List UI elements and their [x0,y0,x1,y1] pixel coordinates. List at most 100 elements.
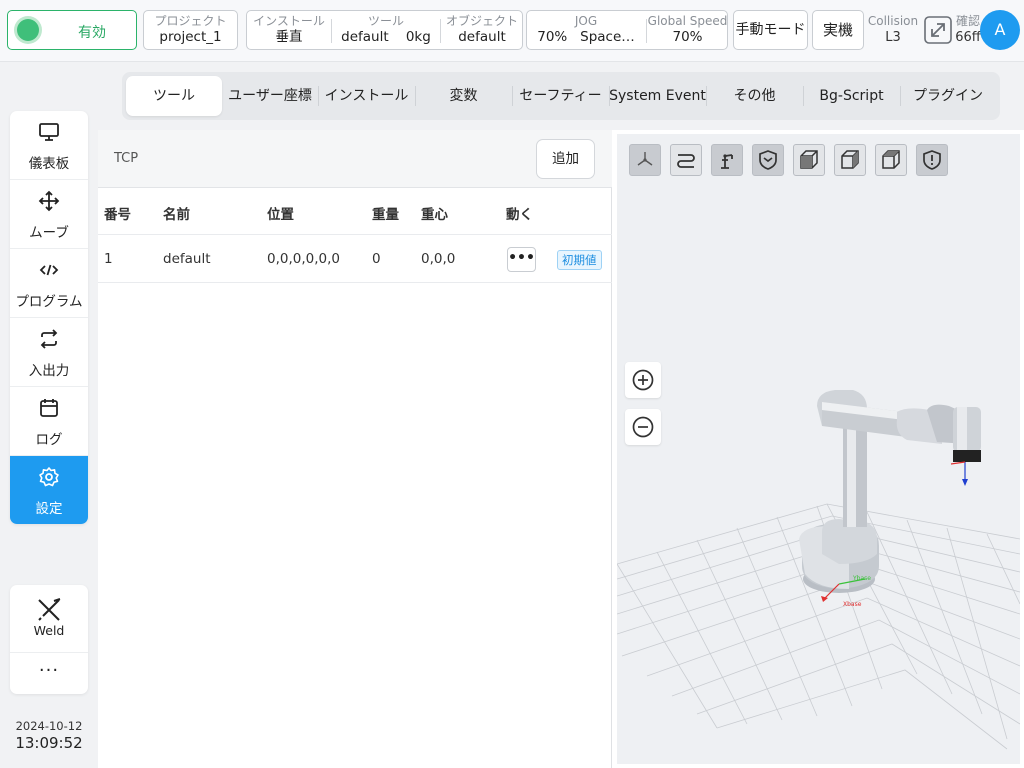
path-view-button[interactable] [670,144,702,176]
cell-name: default [163,251,211,267]
sidebar-plugins: Weld ··· [10,585,88,694]
safety-view-button[interactable] [752,144,784,176]
sidebar-item-label: プログラム [15,294,83,310]
cell-cog: 0,0,0 [421,251,456,267]
tab-bg-script[interactable]: Bg-Script [803,76,900,116]
sidebar-item-dashboard[interactable]: 儀表板 [10,111,88,180]
top-view-button[interactable] [875,144,907,176]
base-y-axis-label: Ybase [852,575,871,582]
sidebar-item-log[interactable]: ログ [10,387,88,456]
zoom-out-icon [632,416,654,438]
global-speed-selector[interactable]: Global Speed 70% [647,11,728,49]
axes-icon [637,152,653,166]
date-text: 2024-10-12 [15,719,83,733]
tool-selector[interactable]: ツール default 0kg [332,11,440,49]
expand-icon[interactable] [924,16,952,44]
real-robot-button[interactable]: 実機 [812,10,864,50]
tab-user-frame[interactable]: ユーザー座標 [222,76,318,116]
install-selector[interactable]: インストール 垂直 [247,11,331,49]
enable-label: 有効 [78,25,106,41]
robot-icon [721,154,733,169]
robot-scene: Ybase Xbase [617,390,1020,750]
tab-safety[interactable]: セーフティー [512,76,609,116]
side-view-button[interactable] [834,144,866,176]
zoom-in-icon [632,369,654,391]
table-row[interactable]: 1 default 0,0,0,0,0,0 0 0,0,0 ••• 初期値 [98,236,612,283]
column-header-name: 名前 [163,207,190,223]
confirm-status: 確認 66ff [953,14,983,47]
tab-system-event[interactable]: System Event [609,76,706,116]
tcp-header: TCP 追加 [98,130,612,188]
tcp-panel: TCP 追加 番号 名前 位置 重量 重心 動く 1 default 0,0,0… [98,130,612,768]
sidebar-item-label: 入出力 [28,363,70,379]
clock: 2024-10-12 13:09:52 [10,719,88,753]
sidebar-item-io[interactable]: 入出力 [10,318,88,387]
jog-speed: 70% [537,29,568,45]
project-selector[interactable]: プロジェクト project_1 [143,10,238,50]
speed-group: JOG 70% Space… Global Speed 70% [526,10,728,50]
default-badge: 初期値 [557,250,602,270]
sidebar-item-label: 儀表板 [28,156,70,172]
confirm-label: 確認 [955,14,980,28]
column-header-weight: 重量 [372,207,399,223]
zoom-out-button[interactable] [625,409,661,445]
global-speed-label: Global Speed [647,14,728,28]
project-value: project_1 [159,29,222,45]
cell-position: 0,0,0,0,0,0 [267,251,340,267]
tab-tool[interactable]: ツール [126,76,222,116]
tool-label: ツール [367,14,404,28]
tab-variables[interactable]: 変数 [415,76,512,116]
column-header-cog: 重心 [421,207,448,223]
top-status-bar: 有効 プロジェクト project_1 インストール 垂直 ツール defaul… [0,0,1024,62]
shield-warning-icon [923,150,941,170]
tab-other[interactable]: その他 [706,76,803,116]
install-label: インストール [253,14,325,28]
sidebar-item-label: ムーブ [29,225,69,241]
gear-icon [39,467,59,487]
path-icon [677,154,695,168]
code-icon [39,264,59,276]
add-button[interactable]: 追加 [536,139,595,179]
avatar[interactable]: A [980,10,1020,50]
tab-plugin[interactable]: プラグイン [900,76,996,116]
sidebar-item-label: Weld [33,623,65,638]
jog-frame: Space… [580,29,635,45]
cube-top-icon [882,150,900,169]
manual-mode-button[interactable]: 手動モード [733,10,808,50]
enable-status-icon [17,19,39,41]
shield-icon [759,150,777,170]
move-icon [38,190,60,212]
sidebar-nav: 儀表板 ムーブ プログラム 入出力 ログ 設定 [10,111,88,524]
axes-view-button[interactable] [629,144,661,176]
more-button[interactable]: ··· [10,654,88,694]
cell-no: 1 [104,251,113,267]
table-header: 番号 名前 位置 重量 重心 動く [98,188,612,235]
calendar-icon [40,399,58,417]
monitor-icon [39,123,59,141]
sidebar-item-program[interactable]: プログラム [10,249,88,318]
robot-view-button[interactable] [711,144,743,176]
time-text: 13:09:52 [15,734,83,752]
column-header-no: 番号 [104,207,131,223]
cube-side-icon [841,150,859,169]
weld-icon [38,598,61,621]
enable-toggle[interactable]: 有効 [7,10,137,50]
sidebar-item-move[interactable]: ムーブ [10,180,88,249]
cube-front-icon [800,150,818,169]
sidebar-item-label: ログ [35,432,63,448]
tab-install[interactable]: インストール [318,76,415,116]
tcp-title: TCP [114,151,139,166]
project-label: プロジェクト [154,14,227,28]
warning-view-button[interactable] [916,144,948,176]
zoom-in-button[interactable] [625,362,661,398]
jog-selector[interactable]: JOG 70% Space… [527,11,645,49]
row-actions-button[interactable]: ••• [507,247,536,272]
tool-weight: 0kg [405,29,431,45]
object-selector[interactable]: オブジェクト default [441,11,523,49]
sidebar-item-weld[interactable]: Weld [10,585,88,653]
robot-3d-viewer[interactable]: Ybase Xbase [617,134,1020,764]
swap-icon [40,329,58,349]
front-view-button[interactable] [793,144,825,176]
collision-level[interactable]: Collision L3 [867,13,919,47]
sidebar-item-settings[interactable]: 設定 [10,456,88,524]
